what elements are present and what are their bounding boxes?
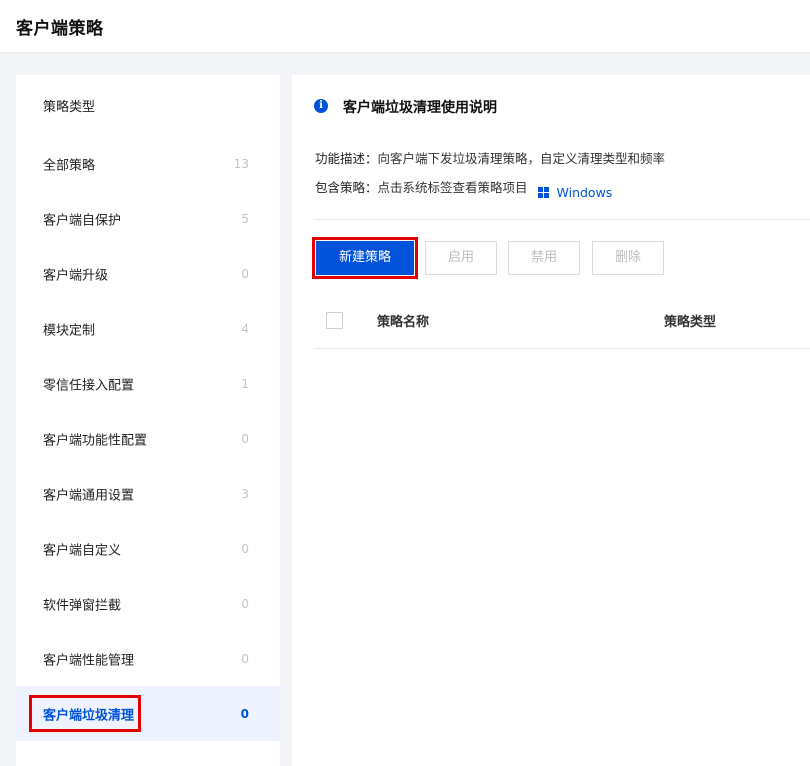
sidebar-item-count: 13	[233, 156, 249, 171]
highlight-box	[312, 237, 418, 279]
sidebar-item-performance[interactable]: 客户端性能管理 0	[16, 631, 280, 686]
windows-label: Windows	[556, 185, 613, 200]
sidebar-item-count: 4	[241, 321, 249, 336]
windows-icon	[537, 187, 549, 198]
description-key: 功能描述：	[315, 151, 378, 166]
sidebar-item-label: 全部策略	[43, 158, 96, 173]
sidebar-item-functional-config[interactable]: 客户端功能性配置 0	[16, 411, 280, 466]
sidebar-item-label: 客户端通用设置	[43, 488, 135, 503]
info-icon: i	[314, 99, 328, 113]
sidebar-item-zero-trust[interactable]: 零信任接入配置 1	[16, 356, 280, 411]
sidebar-item-count: 0	[241, 431, 249, 446]
sidebar-item-general-settings[interactable]: 客户端通用设置 3	[16, 466, 280, 521]
description-line: 功能描述：向客户端下发垃圾清理策略，自定义清理类型和频率	[315, 148, 665, 167]
enable-button[interactable]: 启用	[425, 241, 497, 275]
sidebar-item-all[interactable]: 全部策略 13	[16, 136, 280, 191]
sidebar: 策略类型 全部策略 13 客户端自保护 5 客户端升级 0 模块定制 4 零信任…	[16, 75, 280, 766]
divider	[315, 219, 810, 220]
sidebar-item-self-protect[interactable]: 客户端自保护 5	[16, 191, 280, 246]
include-value: 点击系统标签查看策略项目	[377, 180, 528, 195]
sidebar-item-count: 3	[241, 486, 249, 501]
sidebar-item-count: 0	[240, 706, 249, 721]
sidebar-item-label: 客户端自保护	[43, 213, 122, 228]
sidebar-item-upgrade[interactable]: 客户端升级 0	[16, 246, 280, 301]
select-all-checkbox[interactable]	[326, 312, 343, 329]
main-panel: i 客户端垃圾清理使用说明 功能描述：向客户端下发垃圾清理策略，自定义清理类型和…	[292, 75, 810, 766]
windows-tag-link[interactable]: Windows	[537, 185, 613, 200]
column-header-type: 策略类型	[664, 315, 717, 330]
highlight-box	[29, 695, 141, 732]
top-bar: 客户端策略	[0, 0, 810, 52]
info-title: 客户端垃圾清理使用说明	[343, 100, 497, 116]
description-value: 向客户端下发垃圾清理策略，自定义清理类型和频率	[377, 151, 666, 166]
delete-button[interactable]: 删除	[592, 241, 664, 275]
sidebar-item-count: 0	[241, 596, 249, 611]
sidebar-item-label: 客户端自定义	[43, 543, 122, 558]
sidebar-item-count: 5	[241, 211, 249, 226]
sidebar-item-module-custom[interactable]: 模块定制 4	[16, 301, 280, 356]
sidebar-item-label: 零信任接入配置	[43, 378, 135, 393]
sidebar-item-label: 客户端性能管理	[43, 653, 135, 668]
table-header: 策略名称 策略类型	[315, 299, 810, 349]
sidebar-item-custom[interactable]: 客户端自定义 0	[16, 521, 280, 576]
disable-button[interactable]: 禁用	[508, 241, 580, 275]
sidebar-item-count: 0	[241, 651, 249, 666]
sidebar-item-junk-clean[interactable]: 客户端垃圾清理 0	[16, 686, 280, 741]
sidebar-item-count: 1	[241, 376, 249, 391]
sidebar-item-count: 0	[241, 541, 249, 556]
sidebar-item-label: 模块定制	[43, 323, 96, 338]
sidebar-item-label: 客户端功能性配置	[43, 433, 148, 448]
sidebar-item-label: 软件弹窗拦截	[43, 598, 122, 613]
sidebar-title: 策略类型	[43, 100, 96, 115]
include-key: 包含策略：	[315, 180, 378, 195]
sidebar-item-popup-block[interactable]: 软件弹窗拦截 0	[16, 576, 280, 631]
sidebar-item-label: 客户端升级	[43, 268, 109, 283]
include-line: 包含策略：点击系统标签查看策略项目 Windows	[315, 177, 612, 200]
page-title: 客户端策略	[16, 19, 104, 39]
column-header-name: 策略名称	[377, 315, 430, 330]
sidebar-item-count: 0	[241, 266, 249, 281]
